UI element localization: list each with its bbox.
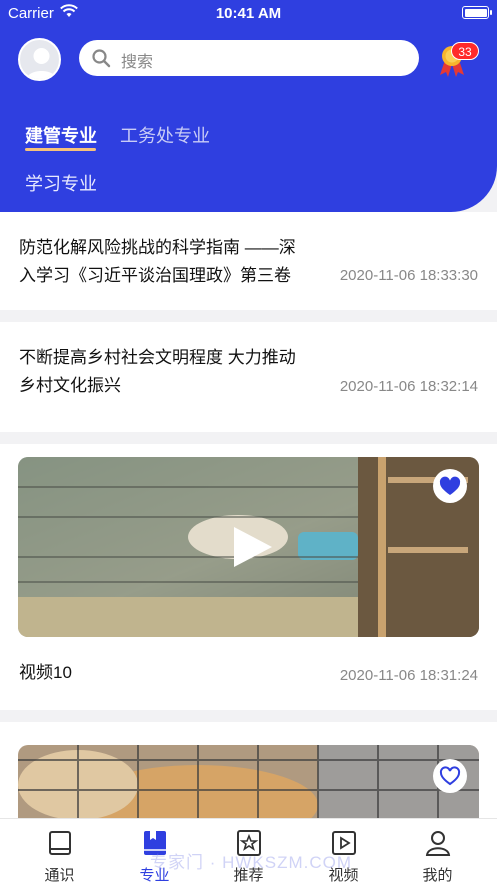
- video-thumbnail[interactable]: [18, 457, 479, 637]
- video-card[interactable]: [0, 722, 497, 855]
- tab-gongwuchu[interactable]: 工务处专业: [120, 122, 210, 148]
- header: Carrier 10:41 AM 搜索 33 建管专业 工务处专业 学习专业: [0, 0, 497, 212]
- active-tab-indicator: [25, 148, 96, 151]
- tab-wode[interactable]: 我的: [388, 819, 487, 883]
- article-title-line: 不断提高乡村社会文明程度 大力推动: [19, 348, 296, 367]
- user-silhouette-icon: [26, 48, 57, 79]
- heart-outline-icon: [439, 766, 461, 786]
- search-icon: [92, 49, 111, 68]
- list-item[interactable]: 防范化解风险挑战的科学指南 ——深 入学习《习近平谈治国理政》第三卷 2020-…: [0, 212, 497, 310]
- user-icon: [425, 831, 451, 856]
- article-date: 2020-11-06 18:33:30: [339, 267, 478, 284]
- article-title: 防范化解风险挑战的科学指南 ——深 入学习《习近平谈治国理政》第三卷: [19, 234, 296, 290]
- video-date: 2020-11-06 18:31:24: [339, 667, 478, 684]
- status-bar: Carrier 10:41 AM: [0, 0, 497, 28]
- tab-label: 我的: [422, 867, 453, 883]
- tab-jianguan[interactable]: 建管专业: [25, 122, 97, 148]
- clock: 10:41 AM: [215, 5, 282, 22]
- battery-icon: [462, 6, 492, 19]
- search-input[interactable]: 搜索: [79, 40, 419, 76]
- article-title-line: 乡村文化振兴: [19, 376, 121, 395]
- list-item[interactable]: 不断提高乡村社会文明程度 大力推动 乡村文化振兴 2020-11-06 18:3…: [0, 322, 497, 432]
- heart-filled-icon: [439, 476, 461, 495]
- book-icon: [49, 831, 71, 855]
- watermark: 专家门 · HWKSZM.COM: [150, 853, 353, 872]
- video-card[interactable]: 视频10 2020-11-06 18:31:24: [0, 444, 497, 710]
- notification-badge: 33: [451, 42, 479, 60]
- search-placeholder: 搜索: [121, 54, 154, 71]
- tab-xuexi[interactable]: 学习专业: [25, 170, 97, 196]
- favorite-button[interactable]: [433, 759, 467, 793]
- tab-tongshi[interactable]: 通识: [10, 819, 109, 883]
- article-title: 不断提高乡村社会文明程度 大力推动 乡村文化振兴: [19, 344, 296, 400]
- avatar[interactable]: [18, 38, 61, 81]
- article-date: 2020-11-06 18:32:14: [339, 378, 478, 395]
- article-title-line: 入学习《习近平谈治国理政》第三卷: [19, 266, 291, 285]
- video-title: 视频10: [19, 663, 72, 682]
- tab-label: 通识: [44, 867, 75, 883]
- favorite-button[interactable]: [433, 469, 467, 503]
- play-icon[interactable]: [230, 525, 274, 569]
- article-title-line: 防范化解风险挑战的科学指南 ——深: [19, 238, 296, 257]
